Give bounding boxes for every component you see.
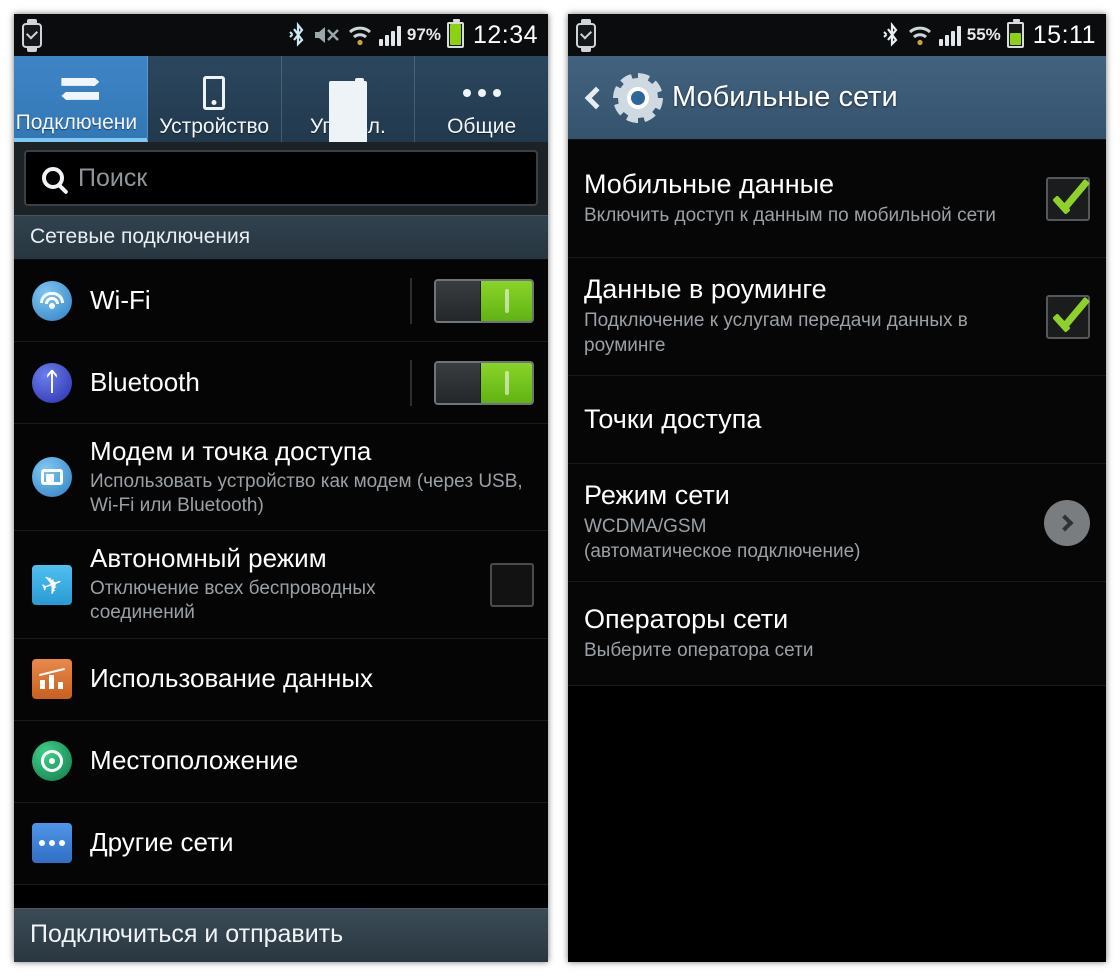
phone-device-icon [203, 73, 226, 113]
connections-arrows-icon [61, 69, 99, 109]
list-item-subtitle: Включить доступ к данным по мобильной се… [584, 204, 996, 226]
settings-list: Wi-Fi ᛏ Bluetooth Модем и точка доступа … [14, 260, 548, 885]
location-round-icon [30, 739, 74, 783]
list-item-title: Использование данных [90, 663, 374, 694]
list-empty-space [568, 686, 1106, 962]
battery-percent-label: 55% [966, 25, 1001, 44]
list-item-other-networks[interactable]: Другие сети [14, 802, 548, 885]
tab-connections-label: Подключени [15, 110, 138, 134]
left-status-bar: 97% 12:34 [14, 14, 548, 56]
mobile-networks-list: Мобильные данные Включить доступ к данны… [568, 140, 1106, 686]
search-icon [42, 167, 64, 189]
list-item-title: Точки доступа [584, 403, 762, 434]
list-item-data-usage[interactable]: Использование данных [14, 638, 548, 721]
app-bar: Мобильные сети [568, 56, 1106, 140]
settings-tab-bar[interactable]: Подключени Устройство Управл. Общие [14, 56, 548, 142]
settings-gear-icon [618, 77, 658, 118]
list-item-title: Операторы сети [584, 603, 789, 634]
list-item-location[interactable]: Местоположение [14, 720, 548, 803]
list-item-data-roaming[interactable]: Данные в роуминге Подключение к услугам … [568, 258, 1106, 376]
battery-icon [446, 19, 464, 48]
search-bar-container: Поиск [14, 142, 548, 215]
list-item-network-mode[interactable]: Режим сети WCDMA/GSM (автоматическое под… [568, 464, 1106, 582]
divider [410, 277, 412, 324]
bluetooth-icon [883, 22, 898, 47]
right-phone-screen: 55% 15:11 Мобильные сети Мобильные данны… [568, 14, 1106, 962]
list-item-bluetooth[interactable]: ᛏ Bluetooth [14, 342, 548, 424]
page-title: Мобильные сети [672, 81, 898, 113]
list-empty-space [14, 884, 548, 908]
status-clock: 12:34 [472, 20, 538, 49]
list-item-title: Мобильные данные [584, 168, 835, 199]
signal-bars-icon [938, 24, 961, 46]
bluetooth-round-icon: ᛏ [30, 361, 74, 405]
list-item-title: Автономный режим [90, 543, 327, 574]
list-item-title: Режим сети [584, 480, 730, 511]
tab-device-label: Устройство [159, 114, 270, 138]
list-item-subtitle: Подключение к услугам передачи данных в … [584, 310, 968, 357]
bluetooth-icon [289, 22, 304, 47]
list-item-title: Данные в роуминге [584, 274, 827, 305]
tab-device[interactable]: Устройство [148, 56, 282, 142]
search-placeholder: Поиск [78, 163, 148, 192]
list-item-title: Местоположение [90, 745, 299, 776]
screenshot-stage: 97% 12:34 Подключени Устройство Управл. [0, 0, 1120, 980]
network-mode-chevron-icon[interactable] [1044, 499, 1090, 546]
back-chevron-icon[interactable] [584, 86, 608, 109]
left-phone-screen: 97% 12:34 Подключени Устройство Управл. [14, 14, 548, 962]
airplane-icon: ✈ [30, 563, 74, 607]
tab-controls[interactable]: Управл. [282, 56, 416, 142]
wifi-icon [348, 26, 371, 46]
wifi-round-icon [30, 279, 74, 323]
list-item-title: Wi-Fi [90, 284, 151, 315]
section-header-network-connections: Сетевые подключения [14, 215, 548, 260]
connect-and-send-bar[interactable]: Подключиться и отправить [14, 908, 548, 962]
list-item-subtitle: Использовать устройство как модем (через… [90, 470, 523, 516]
bluetooth-toggle[interactable] [434, 360, 534, 405]
tab-general-label: Общие [447, 114, 517, 138]
list-item-subtitle: Отключение всех беспроводных соединений [90, 578, 376, 624]
status-clock: 15:11 [1032, 20, 1096, 49]
divider [410, 359, 412, 406]
signal-bars-icon [378, 24, 401, 46]
list-item-tethering[interactable]: Модем и точка доступа Использовать устро… [14, 424, 548, 532]
list-item-title: Модем и точка доступа [90, 436, 372, 466]
tab-general[interactable]: Общие [415, 56, 548, 142]
list-item-subtitle: Выберите оператора сети [584, 639, 814, 661]
speaker-mute-icon [314, 27, 339, 43]
wifi-icon [908, 26, 931, 46]
list-item-mobile-data[interactable]: Мобильные данные Включить доступ к данны… [568, 140, 1106, 258]
data-roaming-checkbox[interactable] [1046, 294, 1090, 339]
list-item-access-points[interactable]: Точки доступа [568, 376, 1106, 464]
list-item-wifi[interactable]: Wi-Fi [14, 260, 548, 342]
data-usage-icon [30, 657, 74, 701]
list-item-network-operators[interactable]: Операторы сети Выберите оператора сети [568, 582, 1106, 686]
list-item-subtitle: WCDMA/GSM (автоматическое подключение) [584, 516, 861, 563]
battery-percent-label: 97% [406, 25, 441, 44]
list-item-airplane-mode[interactable]: ✈ Автономный режим Отключение всех беспр… [14, 531, 548, 639]
tab-connections[interactable]: Подключени [14, 56, 148, 142]
sliders-icon [328, 73, 367, 142]
mobile-data-checkbox[interactable] [1046, 176, 1090, 221]
list-item-title: Другие сети [90, 827, 234, 858]
search-input[interactable]: Поиск [24, 150, 538, 206]
wifi-toggle[interactable] [434, 278, 534, 323]
tethering-round-icon [30, 455, 74, 499]
smartwatch-icon [22, 18, 42, 52]
smartwatch-icon [576, 18, 596, 52]
other-networks-icon [30, 821, 74, 865]
right-status-bar: 55% 15:11 [568, 14, 1106, 56]
airplane-mode-checkbox[interactable] [490, 562, 534, 607]
list-item-title: Bluetooth [90, 366, 200, 397]
battery-icon [1006, 19, 1024, 48]
more-dots-icon [462, 73, 501, 113]
